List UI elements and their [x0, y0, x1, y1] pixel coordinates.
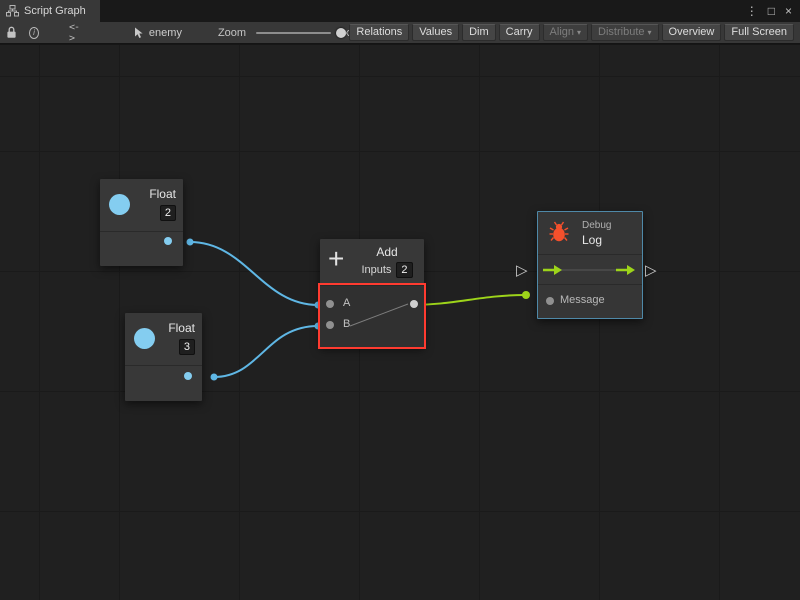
node-title: Add — [356, 245, 418, 259]
float-node-body: Float 2 — [100, 179, 183, 232]
add-inputs-row: Inputs 2 — [352, 262, 422, 278]
toolbar-button-values[interactable]: Values — [412, 24, 459, 41]
toolbar-button-full-screen[interactable]: Full Screen — [724, 24, 794, 41]
debug-message-row: Message — [538, 284, 642, 318]
message-input-port[interactable] — [546, 297, 554, 305]
node-title: Float — [168, 321, 195, 335]
node-title: Log — [582, 233, 602, 247]
graph-toolbar: i <-> enemy Zoom 1x Relations Values Dim… — [0, 22, 800, 44]
toolbar-button-relations[interactable]: Relations — [349, 24, 409, 41]
tab-title: Script Graph — [24, 5, 86, 17]
add-node-header: + Add Inputs 2 — [320, 239, 424, 285]
wire-float1-to-add-a[interactable] — [190, 242, 318, 305]
wire-add-to-debug-message[interactable] — [410, 295, 526, 305]
close-icon[interactable]: × — [785, 0, 792, 22]
message-port-label: Message — [560, 294, 605, 306]
graph-canvas[interactable]: Float 2 Float 3 + Add Inpu — [0, 44, 800, 600]
port-b-label: B — [343, 318, 350, 330]
float-output-port[interactable] — [164, 237, 172, 245]
distribute-label: Distribute — [598, 26, 644, 38]
toolbar-button-dim[interactable]: Dim — [462, 24, 496, 41]
inputs-label: Inputs — [361, 264, 391, 276]
info-icon[interactable]: i — [29, 27, 39, 39]
add-output-port[interactable] — [410, 300, 418, 308]
float-type-icon — [109, 194, 130, 215]
toolbar-button-align[interactable]: Align ▾ — [543, 24, 588, 41]
node-debug-log[interactable]: Debug Log Message — [537, 211, 643, 319]
port-a-label: A — [343, 297, 350, 309]
zoom-label: Zoom — [218, 27, 246, 39]
debug-node-header: Debug Log — [538, 212, 642, 254]
float-port-row — [125, 366, 202, 399]
node-title: Float — [149, 187, 176, 201]
align-label: Align — [550, 26, 574, 38]
float-port-row — [100, 232, 183, 265]
graph-name-group: enemy — [133, 27, 182, 39]
chevron-down-icon: ▾ — [648, 28, 652, 37]
titlebar: Script Graph ⋮ □ × — [0, 0, 800, 22]
toolbar-button-overview[interactable]: Overview — [662, 24, 722, 41]
zoom-slider[interactable] — [256, 27, 331, 39]
graph-name-label: enemy — [149, 27, 182, 39]
flow-input-triangle-icon[interactable]: ▷ — [516, 263, 528, 279]
bug-icon — [548, 221, 570, 248]
toolbar-button-carry[interactable]: Carry — [499, 24, 540, 41]
lock-icon[interactable] — [6, 26, 17, 39]
chevron-down-icon: ▾ — [577, 28, 581, 37]
node-category: Debug — [582, 220, 611, 231]
debug-flow-row — [538, 254, 642, 284]
script-graph-icon — [6, 5, 19, 17]
toolbar-buttons: Relations Values Dim Carry Align ▾ Distr… — [349, 24, 796, 41]
float-value-field[interactable]: 2 — [160, 205, 176, 221]
float-value-field[interactable]: 3 — [179, 339, 195, 355]
add-node-ports-selected: A B — [320, 285, 424, 347]
maximize-icon[interactable]: □ — [768, 0, 775, 22]
float-node-body: Float 3 — [125, 313, 202, 366]
toolbar-button-distribute[interactable]: Distribute ▾ — [591, 24, 658, 41]
pointer-icon — [133, 27, 144, 39]
float-type-icon — [134, 328, 155, 349]
wire-float2-to-add-b[interactable] — [214, 326, 318, 377]
add-input-a-port[interactable] — [326, 300, 334, 308]
float-output-port[interactable] — [184, 372, 192, 380]
flow-arrows — [538, 255, 642, 285]
unity-script-graph-window: Script Graph ⋮ □ × i <-> enemy Zoom — [0, 0, 800, 600]
inputs-count-field[interactable]: 2 — [396, 262, 412, 278]
window-controls: ⋮ □ × — [746, 0, 800, 22]
node-float-1[interactable]: Float 2 — [100, 179, 183, 266]
node-add[interactable]: + Add Inputs 2 A B — [320, 239, 424, 347]
kebab-menu-icon[interactable]: ⋮ — [746, 0, 758, 22]
add-input-b-port[interactable] — [326, 321, 334, 329]
internal-relation-line — [320, 286, 424, 348]
flow-output-triangle-icon[interactable]: ▷ — [645, 263, 657, 279]
zoom-slider-track — [256, 32, 331, 34]
node-float-2[interactable]: Float 3 — [125, 313, 202, 401]
tab-script-graph[interactable]: Script Graph — [0, 0, 100, 22]
zoom-slider-handle[interactable] — [336, 28, 346, 38]
plus-icon: + — [328, 243, 344, 275]
code-icon[interactable]: <-> — [69, 22, 81, 44]
